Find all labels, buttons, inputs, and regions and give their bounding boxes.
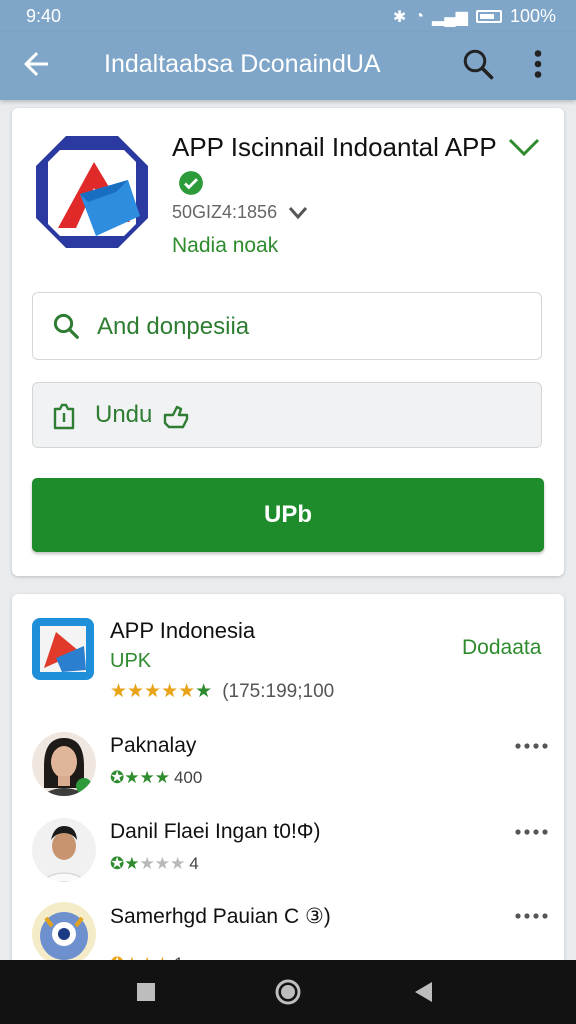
status-time: 9:40: [26, 6, 62, 26]
star-icon: ★★★: [139, 854, 186, 873]
app-detail-card: APP Iscinnail Indoantal APP 50GIZ4:1856 …: [12, 108, 564, 576]
status-bar: 9:40 ✱ ◔ ▂▄▆ 100%: [0, 0, 576, 32]
review-rating: ✪★★★ 400: [110, 768, 202, 788]
review-item: Danil Flaei Ingan t0!Φ) ✪★ ★★★ 4: [32, 818, 552, 898]
avatar[interactable]: [32, 818, 96, 882]
developer-name[interactable]: Nadia noak: [172, 234, 278, 258]
avatar[interactable]: [32, 732, 96, 796]
nav-square-icon[interactable]: [128, 974, 164, 1010]
app-bar: Indaltaabsa DconaindUA: [0, 32, 576, 100]
more-vert-icon[interactable]: [524, 46, 552, 82]
search-field-icon: [53, 313, 79, 339]
review-item: Paknalay ✪★★★ 400: [32, 732, 552, 812]
reviewer-name: Danil Flaei Ingan t0!Φ): [110, 820, 321, 843]
app-name: APP Iscinnail Indoantal APP: [172, 132, 497, 162]
rating-count: (175:199;100: [222, 680, 335, 702]
app-title: APP Iscinnail Indoantal APP: [172, 130, 502, 198]
reviewer-name: Paknalay: [110, 734, 197, 757]
star-icon: ★★★★★: [110, 681, 196, 702]
app-meta: 50GIZ4:1856: [172, 202, 308, 223]
search-input[interactable]: [95, 307, 529, 347]
battery-icon: [475, 10, 502, 23]
app-meta-text: 50GIZ4:1856: [172, 202, 278, 222]
star-icon: ★: [195, 681, 213, 702]
battery-level: 100%: [509, 6, 556, 26]
review-rating-value: 400: [173, 768, 203, 787]
more-horiz-icon[interactable]: [514, 736, 550, 756]
wifi-icon: ◔: [414, 7, 424, 25]
reviewer-name: Samerhgd Pauian C ③): [110, 905, 331, 928]
star-icon: ✪★: [110, 854, 140, 873]
search-icon[interactable]: [460, 46, 496, 82]
download-icon: [53, 403, 75, 430]
primary-install-button[interactable]: UPb: [32, 478, 544, 552]
related-rating: ★★★★★ ★ (175:199;100: [110, 680, 334, 703]
bluetooth-icon: ✱: [392, 8, 407, 26]
unduh-button[interactable]: Undu: [32, 382, 542, 448]
verified-icon: [179, 171, 203, 196]
related-action-link[interactable]: Dodaata: [462, 636, 541, 660]
avatar[interactable]: [32, 902, 96, 966]
app-icon: [36, 136, 148, 248]
review-rating: ✪★ ★★★ 4: [110, 854, 199, 874]
chevron-down-icon[interactable]: [288, 206, 308, 220]
related-app-subtitle: UPK: [110, 650, 152, 672]
status-icons: ✱ ◔ ▂▄▆ 100%: [393, 6, 556, 27]
related-app-icon[interactable]: [32, 618, 94, 680]
signal-icon: ▂▄▆: [432, 8, 468, 26]
more-horiz-icon[interactable]: [514, 906, 550, 926]
unduh-label: Undu: [95, 401, 153, 428]
more-horiz-icon[interactable]: [514, 822, 550, 842]
related-card: APP Indonesia UPK Dodaata ★★★★★ ★ (175:1…: [12, 594, 564, 974]
back-arrow-icon[interactable]: [18, 46, 54, 82]
app-bar-title: Indaltaabsa DconaindUA: [104, 50, 381, 78]
review-rating-value: 4: [189, 854, 199, 873]
hand-icon: [163, 405, 189, 429]
star-icon: ✪★★★: [110, 768, 170, 787]
search-field[interactable]: [32, 292, 542, 360]
nav-back-icon[interactable]: [406, 974, 442, 1010]
system-nav-bar: [0, 960, 576, 1024]
related-app-title[interactable]: APP Indonesia: [110, 618, 255, 644]
expand-chevron-icon[interactable]: [506, 132, 542, 162]
nav-circle-icon[interactable]: [270, 974, 306, 1010]
